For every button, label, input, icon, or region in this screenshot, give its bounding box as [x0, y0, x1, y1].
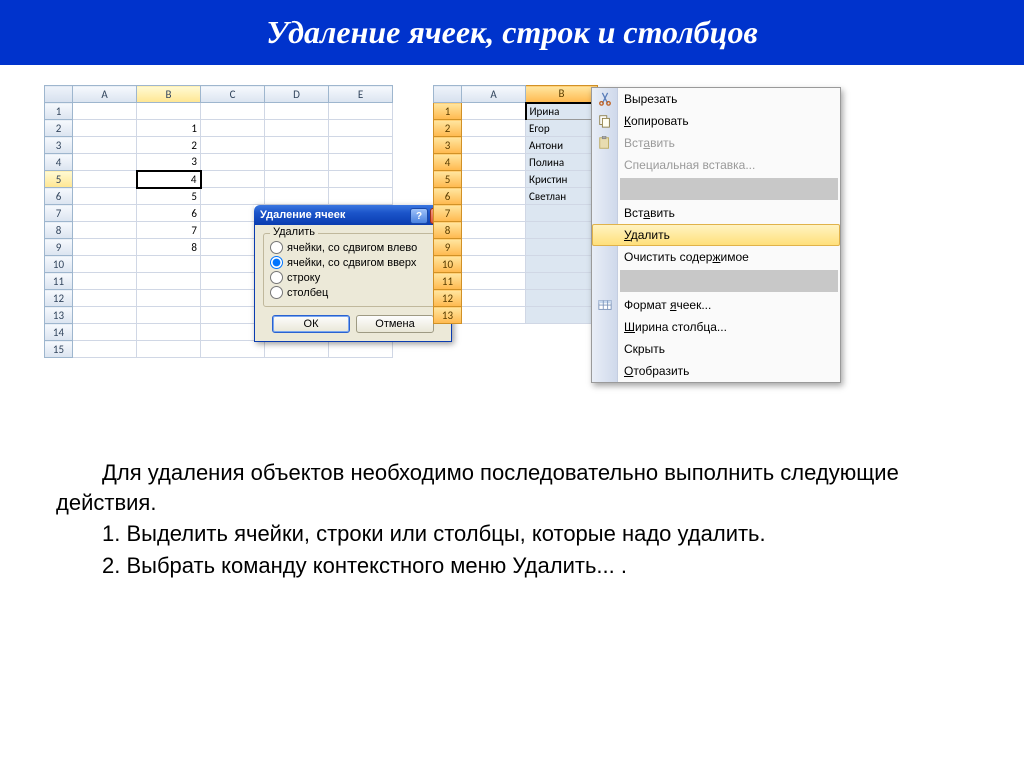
- menu-paste-special: Специальная вставка...: [592, 154, 840, 176]
- row-header[interactable]: 12: [45, 290, 73, 307]
- row-header[interactable]: 13: [434, 307, 462, 324]
- cell[interactable]: Кристин: [526, 171, 598, 188]
- cell[interactable]: 6: [137, 205, 201, 222]
- active-cell[interactable]: 4: [137, 171, 201, 188]
- col-header-A[interactable]: A: [73, 86, 137, 103]
- paste-icon: [596, 134, 614, 152]
- col-header-B[interactable]: B: [137, 86, 201, 103]
- dialog-title-text: Удаление ячеек: [260, 209, 345, 221]
- menu-cut[interactable]: Вырезать: [592, 88, 840, 110]
- row-header[interactable]: 15: [45, 341, 73, 358]
- row-header[interactable]: 5: [45, 171, 73, 188]
- cell[interactable]: Егор: [526, 120, 598, 137]
- cell[interactable]: Полина: [526, 154, 598, 171]
- select-all-corner[interactable]: [45, 86, 73, 103]
- copy-icon: [596, 112, 614, 130]
- row-header[interactable]: 8: [434, 222, 462, 239]
- group-legend: Удалить: [270, 226, 318, 238]
- row-header[interactable]: 11: [45, 273, 73, 290]
- dialog-body: Удалить ячейки, со сдвигом влево ячейки,…: [254, 225, 452, 342]
- cell[interactable]: Антони: [526, 137, 598, 154]
- col-header-B[interactable]: B: [526, 86, 598, 103]
- cut-icon: [596, 90, 614, 108]
- row-header[interactable]: 2: [45, 120, 73, 137]
- row-header[interactable]: 8: [45, 222, 73, 239]
- content-area: A B C D E 1 21 32 43 54 65 76 87 98 10 1…: [0, 65, 1024, 358]
- menu-hide[interactable]: Скрыть: [592, 338, 840, 360]
- slide-title: Удаление ячеек, строк и столбцов: [0, 0, 1024, 65]
- format-icon: [596, 296, 614, 314]
- help-button[interactable]: ?: [410, 208, 428, 224]
- delete-cells-dialog: Удаление ячеек ? ✕ Удалить ячейки, со сд…: [254, 205, 452, 342]
- cell[interactable]: 3: [137, 154, 201, 171]
- menu-delete[interactable]: Удалить: [592, 224, 840, 246]
- row-header[interactable]: 6: [45, 188, 73, 205]
- cancel-button[interactable]: Отмена: [356, 315, 434, 333]
- excel-right-block: A B 1 Ирина 2 Егор 3 Антони 4 Полина 5 Кристи…: [433, 85, 599, 358]
- ok-button[interactable]: ОК: [272, 315, 350, 333]
- menu-show[interactable]: Отобразить: [592, 360, 840, 382]
- body-text: Для удаления объектов необходимо последо…: [0, 358, 1024, 581]
- menu-separator: [620, 270, 838, 292]
- row-header[interactable]: 13: [45, 307, 73, 324]
- row-header[interactable]: 3: [45, 137, 73, 154]
- row-header[interactable]: 4: [45, 154, 73, 171]
- cell[interactable]: 1: [137, 120, 201, 137]
- row-header[interactable]: 14: [45, 324, 73, 341]
- context-menu: Вырезать Копировать Вставить Специальная…: [591, 87, 841, 383]
- radio-shift-up[interactable]: ячейки, со сдвигом вверх: [270, 255, 436, 270]
- row-header[interactable]: 11: [434, 273, 462, 290]
- cell[interactable]: 7: [137, 222, 201, 239]
- col-header-E[interactable]: E: [329, 86, 393, 103]
- excel-left-block: A B C D E 1 21 32 43 54 65 76 87 98 10 1…: [44, 85, 393, 358]
- cell[interactable]: Ирина: [526, 103, 598, 120]
- paragraph-2: 1. Выделить ячейки, строки или столбцы, …: [56, 519, 988, 549]
- radio-row[interactable]: строку: [270, 270, 436, 285]
- menu-copy-label: опировать: [631, 114, 689, 128]
- radio-column[interactable]: столбец: [270, 285, 436, 300]
- paragraph-3: 2. Выбрать команду контекстного меню Уда…: [56, 551, 988, 581]
- row-header[interactable]: 7: [434, 205, 462, 222]
- row-header[interactable]: 6: [434, 188, 462, 205]
- row-header[interactable]: 2: [434, 120, 462, 137]
- row-header[interactable]: 4: [434, 154, 462, 171]
- menu-insert[interactable]: Вставить: [592, 202, 840, 224]
- menu-separator: [620, 178, 838, 200]
- col-header-A[interactable]: A: [462, 86, 526, 103]
- menu-clear[interactable]: Очистить содержимое: [592, 246, 840, 268]
- row-header[interactable]: 9: [434, 239, 462, 256]
- col-header-C[interactable]: C: [201, 86, 265, 103]
- menu-column-width[interactable]: Ширина столбца...: [592, 316, 840, 338]
- row-header[interactable]: 1: [434, 103, 462, 120]
- row-header[interactable]: 9: [45, 239, 73, 256]
- row-header[interactable]: 10: [45, 256, 73, 273]
- menu-format-cells[interactable]: Формат ячеек...: [592, 294, 840, 316]
- col-header-D[interactable]: D: [265, 86, 329, 103]
- grid-right[interactable]: A B 1 Ирина 2 Егор 3 Антони 4 Полина 5 Кристи…: [433, 85, 599, 324]
- row-header[interactable]: 7: [45, 205, 73, 222]
- paragraph-1: Для удаления объектов необходимо последо…: [56, 458, 988, 517]
- select-all-corner[interactable]: [434, 86, 462, 103]
- dialog-titlebar[interactable]: Удаление ячеек ? ✕: [254, 205, 452, 225]
- cell[interactable]: 5: [137, 188, 201, 205]
- cell[interactable]: 2: [137, 137, 201, 154]
- row-header[interactable]: 5: [434, 171, 462, 188]
- menu-paste: Вставить: [592, 132, 840, 154]
- cell[interactable]: 8: [137, 239, 201, 256]
- delete-group: Удалить ячейки, со сдвигом влево ячейки,…: [263, 233, 443, 307]
- row-header[interactable]: 1: [45, 103, 73, 120]
- row-header[interactable]: 3: [434, 137, 462, 154]
- radio-shift-left[interactable]: ячейки, со сдвигом влево: [270, 240, 436, 255]
- row-header[interactable]: 10: [434, 256, 462, 273]
- row-header[interactable]: 12: [434, 290, 462, 307]
- menu-copy[interactable]: Копировать: [592, 110, 840, 132]
- cell[interactable]: Светлан: [526, 188, 598, 205]
